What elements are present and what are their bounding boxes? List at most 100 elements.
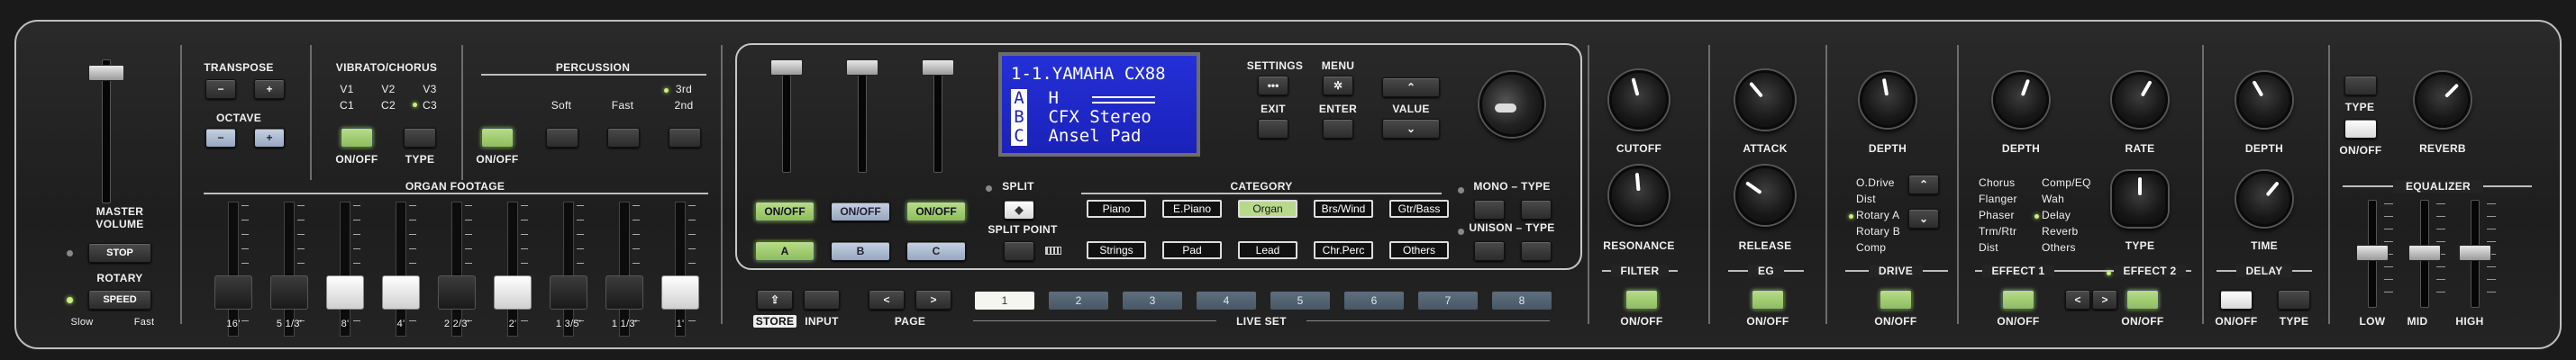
percussion-label: PERCUSSION (555, 61, 631, 74)
page-prev-button[interactable]: < (869, 290, 905, 310)
live-set-button[interactable]: 1 (975, 292, 1034, 310)
percussion-soft-button[interactable] (546, 128, 578, 148)
store-button[interactable]: ⇪ (757, 290, 793, 310)
live-set-button[interactable]: 8 (1492, 292, 1552, 310)
part-slider-knob[interactable] (770, 59, 803, 76)
split-button[interactable]: ◆ (1004, 200, 1034, 220)
drawbar-knob[interactable] (661, 275, 699, 310)
part-b-onoff-button[interactable]: ON/OFF (831, 202, 890, 221)
vibrato-type-button[interactable] (404, 128, 436, 148)
delay-type-label: TYPE (2279, 315, 2309, 328)
drawbar-knob[interactable] (382, 275, 420, 310)
drawbar-knob[interactable] (494, 275, 532, 310)
drive-type-item: Comp (1856, 241, 1887, 254)
live-set-button[interactable]: 4 (1197, 292, 1256, 310)
transpose-plus-button[interactable]: + (254, 79, 285, 99)
drawbar-knob[interactable] (326, 275, 364, 310)
live-set-button[interactable]: 2 (1049, 292, 1108, 310)
category-button[interactable]: Strings (1087, 241, 1146, 259)
category-button[interactable]: Gtr/Bass (1389, 200, 1449, 218)
live-set-button[interactable]: 6 (1344, 292, 1404, 310)
exit-button[interactable] (1258, 119, 1288, 139)
drive-type-up-button[interactable]: ⌃ (1908, 175, 1939, 194)
drawbar-knob[interactable] (550, 275, 587, 310)
mono-button[interactable] (1474, 200, 1505, 220)
settings-button[interactable]: ••• (1258, 76, 1288, 95)
part-a-onoff-button[interactable]: ON/OFF (755, 202, 815, 221)
vibrato-onoff-button[interactable] (341, 128, 373, 148)
octave-minus-button[interactable]: − (205, 128, 236, 148)
part-b-select-button[interactable]: B (831, 241, 890, 261)
category-button[interactable]: Piano (1087, 200, 1146, 218)
drawbar-knob[interactable] (270, 275, 308, 310)
delay-depth-label: DEPTH (2244, 142, 2284, 155)
category-button[interactable]: Chr.Perc (1314, 241, 1373, 259)
part-c-select-button[interactable]: C (906, 241, 966, 261)
value-dial[interactable] (1479, 72, 1544, 137)
mono-type-button[interactable] (1521, 200, 1552, 220)
delay-depth-knob[interactable] (2236, 72, 2292, 128)
effect-depth-knob[interactable] (1993, 72, 2049, 128)
drive-type-down-button[interactable]: ⌄ (1908, 209, 1939, 229)
eq-slider-knob[interactable] (2459, 245, 2491, 261)
page-next-button[interactable]: > (915, 290, 951, 310)
input-button[interactable] (804, 290, 840, 310)
drawbar-knob[interactable] (214, 275, 252, 310)
effect1-onoff-button[interactable] (2002, 290, 2034, 310)
part-a-select-button[interactable]: A (755, 241, 815, 261)
value-down-button[interactable]: ⌄ (1382, 119, 1440, 139)
cutoff-knob[interactable] (1609, 70, 1669, 130)
effect-next-button[interactable]: > (2092, 290, 2117, 310)
live-set-button[interactable]: 5 (1270, 292, 1330, 310)
effect-prev-button[interactable]: < (2065, 290, 2090, 310)
percussion-2nd-button[interactable] (669, 128, 701, 148)
transpose-minus-button[interactable]: − (205, 79, 236, 99)
drawbar-knob[interactable] (438, 275, 476, 310)
part-slider-knob[interactable] (922, 59, 954, 76)
enter-button[interactable] (1323, 119, 1353, 139)
release-knob[interactable] (1735, 166, 1795, 225)
category-button[interactable]: Others (1389, 241, 1449, 259)
resonance-knob[interactable] (1609, 166, 1669, 225)
speed-button[interactable]: SPEED (88, 290, 151, 310)
part-slider-knob[interactable] (846, 59, 878, 76)
effect2-onoff-button[interactable] (2126, 290, 2159, 310)
unison-button[interactable] (1474, 241, 1505, 261)
effect-type-knob[interactable] (2112, 171, 2168, 227)
octave-plus-button[interactable]: + (254, 128, 285, 148)
attack-knob[interactable] (1735, 70, 1795, 130)
delay-type-button[interactable] (2278, 290, 2310, 310)
category-button[interactable]: Brs/Wind (1314, 200, 1373, 218)
part-c-onoff-button[interactable]: ON/OFF (906, 202, 966, 221)
master-volume-slider[interactable] (86, 59, 126, 203)
effect-rate-knob[interactable] (2112, 72, 2168, 128)
master-volume-knob[interactable] (88, 65, 124, 81)
effect-type-item: Delay (2042, 209, 2071, 221)
value-up-button[interactable]: ⌃ (1382, 77, 1440, 97)
eq-slider-knob[interactable] (2408, 245, 2441, 261)
category-button[interactable]: Organ (1238, 200, 1297, 218)
delay-onoff-button[interactable] (2220, 290, 2253, 310)
drive-depth-knob[interactable] (1860, 72, 1916, 128)
category-button[interactable]: Lead (1238, 241, 1297, 259)
stop-button[interactable]: STOP (88, 243, 151, 263)
percussion-fast-button[interactable] (607, 128, 640, 148)
menu-button[interactable]: ✲ (1323, 76, 1353, 95)
drive-onoff-button[interactable] (1880, 290, 1912, 310)
unison-type-button[interactable] (1521, 241, 1552, 261)
reverb-type-button[interactable] (2344, 76, 2377, 95)
drawbar-knob[interactable] (605, 275, 643, 310)
eg-onoff-button[interactable] (1752, 290, 1784, 310)
reverb-onoff-button[interactable] (2344, 119, 2377, 139)
percussion-onoff-button[interactable] (481, 128, 514, 148)
delay-time-knob[interactable] (2236, 171, 2292, 227)
live-set-button[interactable]: 7 (1418, 292, 1478, 310)
effect1-label: EFFECT 1 (1982, 265, 2054, 277)
reverb-knob[interactable] (2415, 72, 2471, 128)
live-set-button[interactable]: 3 (1123, 292, 1182, 310)
filter-onoff-button[interactable] (1625, 290, 1658, 310)
split-point-button[interactable] (1004, 241, 1034, 261)
category-button[interactable]: E.Piano (1162, 200, 1222, 218)
category-button[interactable]: Pad (1162, 241, 1222, 259)
eq-slider-knob[interactable] (2356, 245, 2389, 261)
